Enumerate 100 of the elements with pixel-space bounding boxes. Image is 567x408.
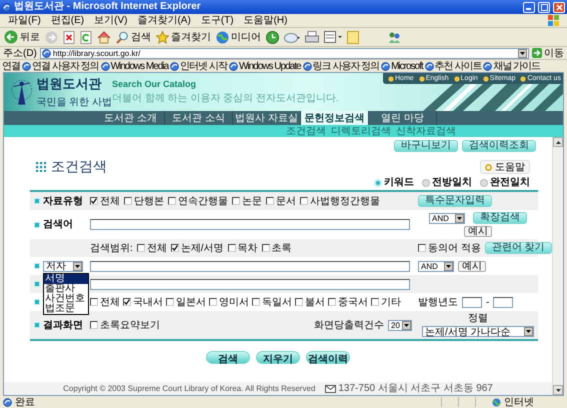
- checkbox[interactable]: [170, 244, 179, 252]
- search-field[interactable]: [90, 219, 410, 230]
- checkbox[interactable]: [266, 197, 274, 205]
- media-button[interactable]: 미디어: [216, 28, 261, 46]
- globe-icon: [492, 398, 501, 406]
- operator-select[interactable]: AND: [429, 212, 465, 224]
- checkbox-label: 사법행정간행물: [310, 196, 380, 206]
- checkbox[interactable]: [295, 298, 303, 306]
- checkbox[interactable]: [300, 197, 308, 205]
- radio-button[interactable]: [422, 178, 430, 186]
- radio-button[interactable]: [480, 178, 488, 186]
- expand-search-button[interactable]: 확장검색: [473, 212, 527, 224]
- maximize-button[interactable]: [538, 2, 550, 12]
- sub-nav-link[interactable]: 디렉토리검색: [331, 126, 391, 136]
- related-terms-button[interactable]: 관련어 찾기: [484, 242, 552, 254]
- checkbox[interactable]: [166, 298, 174, 306]
- action-button[interactable]: 지우기: [256, 351, 300, 364]
- checkbox[interactable]: [328, 298, 336, 306]
- sub-nav-link[interactable]: 신착자료검색: [396, 126, 456, 136]
- checkbox[interactable]: [209, 298, 217, 306]
- checkbox[interactable]: [136, 244, 145, 252]
- go-arrow-icon: [532, 48, 542, 58]
- dropdown-option[interactable]: 출판사: [44, 284, 88, 294]
- year-to-field[interactable]: [493, 296, 514, 308]
- field-select[interactable]: 저자: [43, 260, 83, 272]
- messenger-icon[interactable]: [388, 30, 401, 44]
- checkbox-label: 전체: [100, 296, 120, 308]
- favorites-button[interactable]: 즐겨찾기: [156, 28, 211, 46]
- checkbox[interactable]: [232, 197, 240, 205]
- edit-icon[interactable]: [324, 31, 342, 43]
- link-button[interactable]: 인터넷 시작: [170, 60, 227, 72]
- checkbox[interactable]: [252, 298, 260, 306]
- menu-item[interactable]: 편집(E): [50, 14, 84, 27]
- checkbox-label: 독일서: [262, 296, 292, 308]
- checkbox-label: 초록요약보기: [100, 320, 160, 330]
- link-button[interactable]: 링크 사용자 정의: [302, 60, 380, 72]
- checkbox[interactable]: [168, 197, 176, 205]
- link-button[interactable]: Microsoft: [381, 60, 423, 72]
- windows-logo-icon: [548, 15, 559, 26]
- links-label: 연결: [2, 60, 20, 72]
- menu-item[interactable]: 보기(V): [94, 14, 128, 27]
- down-arrow-icon: [556, 388, 560, 392]
- checkbox-label: 기타: [381, 296, 401, 308]
- checkbox[interactable]: [90, 321, 98, 329]
- checkbox[interactable]: [262, 244, 270, 252]
- example-button[interactable]: 예시: [458, 260, 486, 272]
- caret-icon: [518, 48, 527, 58]
- link-button[interactable]: 채널 가이드: [483, 60, 540, 72]
- dropdown-option[interactable]: 사건번호: [44, 294, 88, 304]
- checkbox[interactable]: [123, 298, 131, 306]
- home-icon[interactable]: [97, 30, 111, 44]
- tab-button[interactable]: 검색이력조회: [462, 140, 536, 152]
- link-button[interactable]: Windows Media: [100, 60, 168, 72]
- sub-nav-link[interactable]: 조건검색: [286, 126, 326, 136]
- menu-item[interactable]: 즐겨찾기(A): [137, 14, 191, 27]
- dropdown-option[interactable]: 서명: [44, 274, 88, 284]
- menu-item[interactable]: 도움말(H): [244, 14, 288, 27]
- minimize-button[interactable]: [523, 2, 535, 12]
- go-button[interactable]: 이동: [532, 46, 564, 60]
- search-field[interactable]: [90, 260, 410, 272]
- checkbox[interactable]: [371, 298, 379, 306]
- search-field[interactable]: [90, 278, 410, 290]
- menu-item[interactable]: 파일(F): [8, 14, 41, 27]
- scroll-down-button[interactable]: [553, 385, 563, 395]
- refresh-icon[interactable]: [80, 30, 92, 44]
- back-button[interactable]: 뒤로: [4, 28, 40, 46]
- nav-tab[interactable]: 문헌정보검색: [301, 111, 369, 125]
- close-button[interactable]: [553, 2, 565, 12]
- checkbox[interactable]: [90, 197, 98, 205]
- search-button[interactable]: 검색: [116, 28, 151, 46]
- link-button[interactable]: Windows Update: [228, 60, 301, 72]
- menu-item[interactable]: 도구(T): [200, 14, 234, 27]
- checkbox[interactable]: [90, 298, 98, 306]
- bullet-icon: [34, 263, 40, 269]
- checkbox[interactable]: [418, 244, 426, 252]
- special-char-button[interactable]: 특수문자입력: [418, 195, 492, 207]
- sort-select[interactable]: 논제/서명 가나다순: [422, 326, 534, 337]
- operator-select[interactable]: AND: [418, 260, 454, 272]
- logo-title: 법원도서관: [36, 75, 102, 93]
- history-icon[interactable]: [266, 30, 279, 44]
- stop-icon[interactable]: [63, 30, 75, 44]
- link-button[interactable]: 연결 사용자 정의: [22, 60, 99, 72]
- link-button[interactable]: 추천 사이트: [424, 60, 482, 72]
- checkbox[interactable]: [228, 244, 236, 252]
- scroll-up-button[interactable]: [553, 137, 563, 147]
- caret-icon: [402, 320, 411, 330]
- year-from-field[interactable]: [462, 296, 482, 308]
- scrollbar[interactable]: [552, 137, 563, 395]
- action-button[interactable]: 검색이력: [306, 351, 350, 364]
- help-button[interactable]: 도움말: [480, 160, 530, 174]
- action-button[interactable]: 검색: [206, 351, 250, 364]
- per-page-select[interactable]: 20: [388, 320, 412, 330]
- ring-icon: [485, 164, 492, 170]
- bullet-icon: [34, 281, 40, 287]
- address-field[interactable]: http://library.scourt.go.kr/: [40, 48, 529, 58]
- dropdown-option[interactable]: 법조문: [44, 304, 88, 314]
- example-button[interactable]: 예시: [464, 226, 492, 237]
- checkbox[interactable]: [124, 197, 132, 205]
- printer-icon[interactable]: [305, 30, 319, 44]
- tab-button[interactable]: 바구니보기: [394, 140, 458, 152]
